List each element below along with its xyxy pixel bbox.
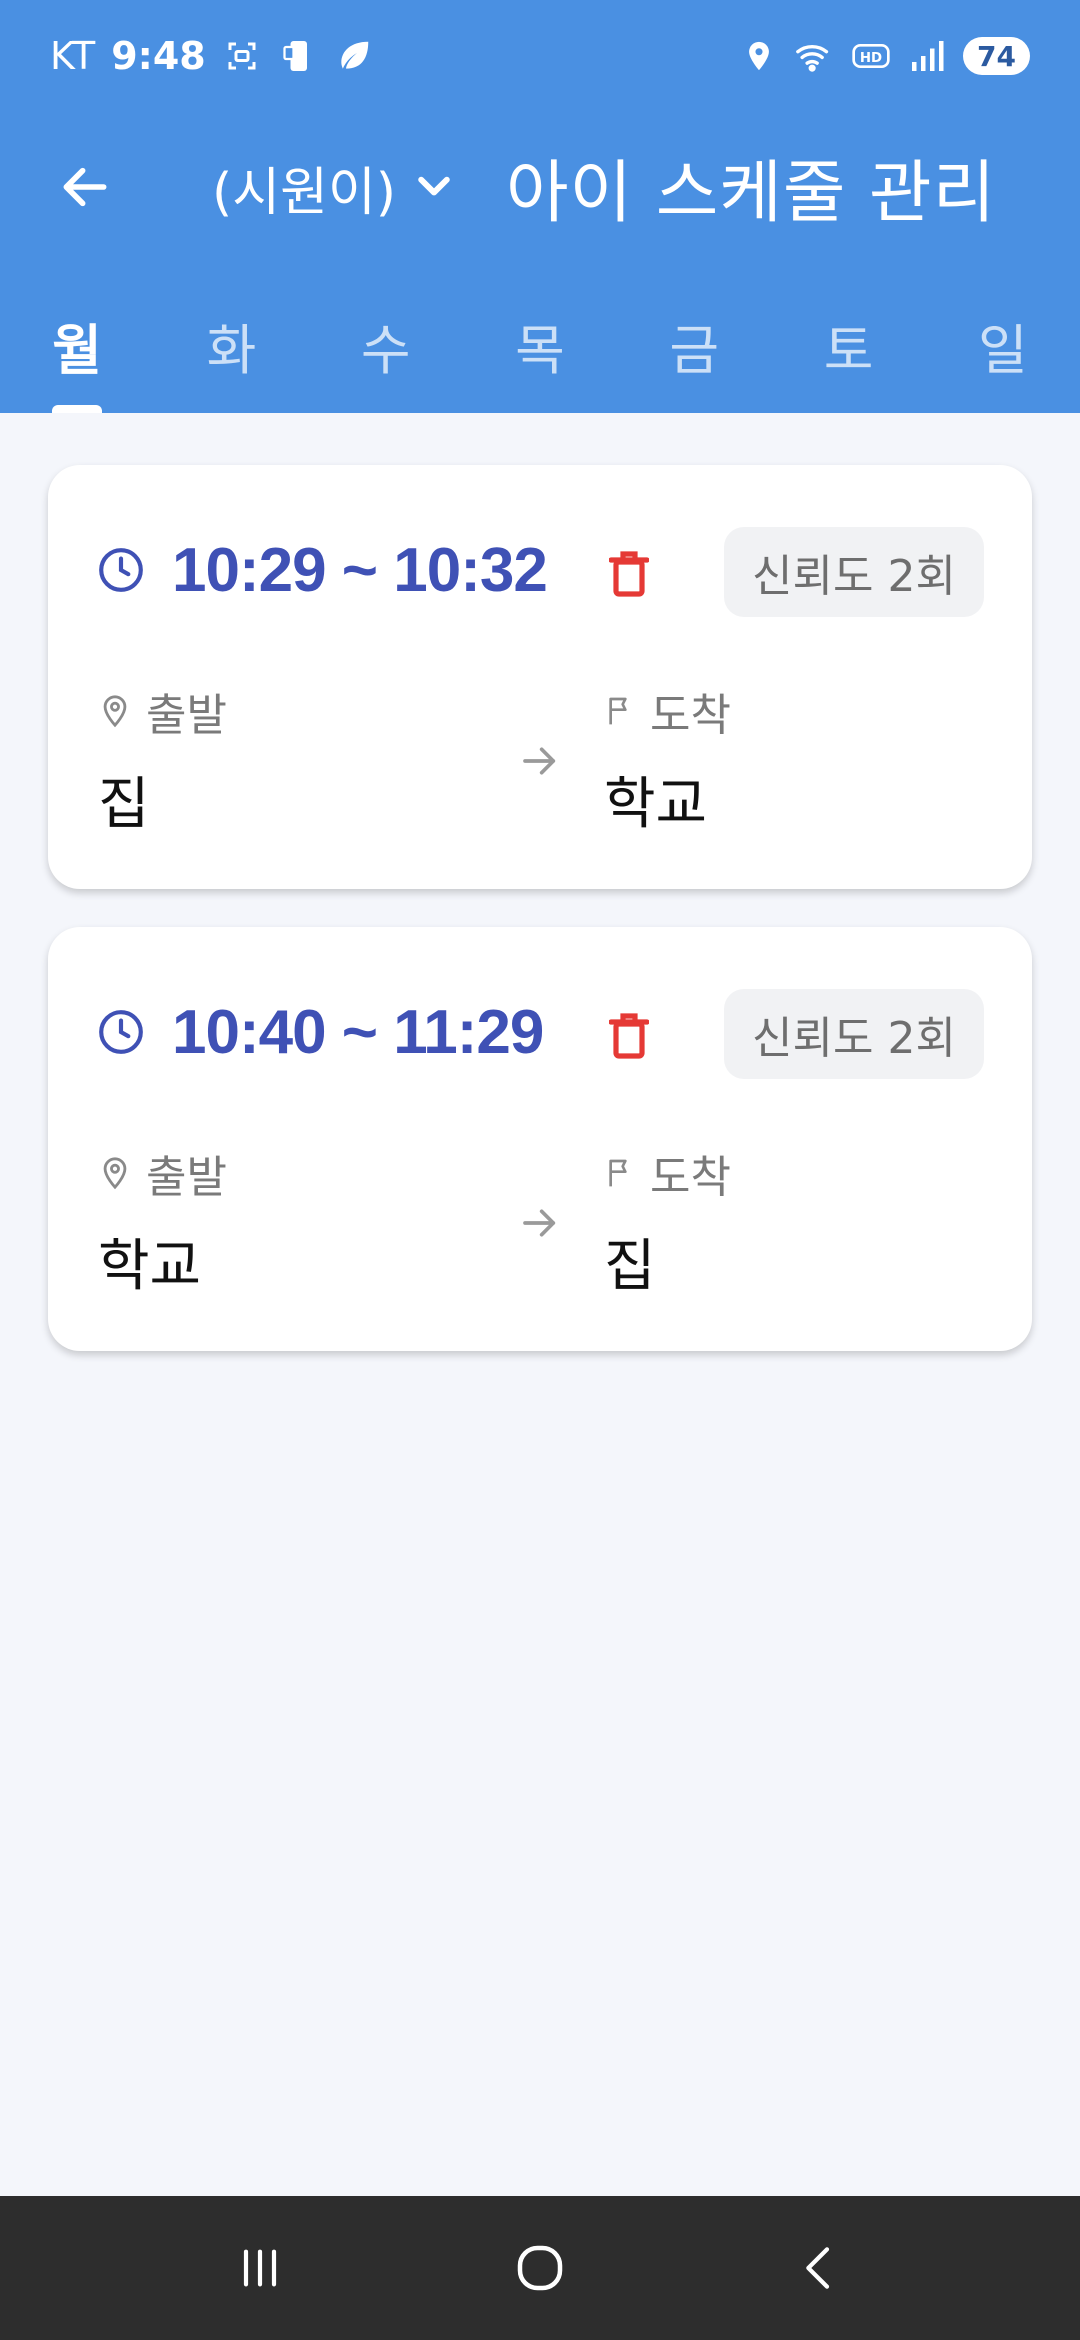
recent-apps-icon (243, 2249, 277, 2287)
departure-label: 출발 (98, 683, 227, 741)
child-name: (시원이) (212, 162, 397, 223)
departure-label-text: 출발 (146, 690, 227, 741)
flag-icon (609, 1159, 627, 1187)
tab-label: 월 (52, 319, 102, 382)
arrival-value: 학교 (604, 772, 708, 837)
status-bar: KT 9:48 HD 74 (0, 0, 1080, 112)
tab-monday[interactable]: 월 (0, 290, 154, 413)
tab-label: 목 (515, 319, 565, 382)
leaf-icon (334, 36, 374, 76)
tab-wednesday[interactable]: 수 (309, 290, 463, 413)
svg-text:HD: HD (860, 51, 882, 66)
schedule-time: 10:40 ~ 11:29 (172, 997, 544, 1067)
departure-label-text: 출발 (146, 1152, 227, 1203)
back-button[interactable] (50, 152, 120, 222)
arrival-label-text: 도착 (650, 690, 731, 741)
arrival-value: 집 (604, 1234, 656, 1299)
recent-apps-button[interactable] (215, 2223, 305, 2313)
trash-icon (609, 1013, 649, 1059)
arrow-right-icon (523, 747, 556, 775)
tab-tuesday[interactable]: 화 (154, 290, 308, 413)
arrow-right-icon (523, 1209, 556, 1237)
tab-saturday[interactable]: 토 (771, 290, 925, 413)
day-tabs: 월 화 수 목 금 토 일 (0, 290, 1080, 413)
phone-icon (278, 36, 318, 76)
wifi-icon (795, 36, 835, 76)
tab-label: 수 (360, 319, 411, 382)
page-title: 아이 스케줄 관리 (506, 153, 997, 233)
arrival-label-text: 도착 (650, 1152, 731, 1203)
schedule-card[interactable]: 10:29 ~ 10:32 신뢰도 2회 출발 집 도착 학교 (48, 465, 1032, 889)
clock-icon (99, 548, 143, 592)
schedule-list: 10:29 ~ 10:32 신뢰도 2회 출발 집 도착 학교 10:40 ~ … (48, 465, 1032, 1389)
hd-icon: HD (851, 36, 891, 76)
schedule-card[interactable]: 10:40 ~ 11:29 신뢰도 2회 출발 학교 도착 집 (48, 927, 1032, 1351)
tab-label: 일 (977, 319, 1028, 382)
battery-indicator: 74 (963, 37, 1030, 75)
back-nav-button[interactable] (775, 2223, 865, 2313)
tab-friday[interactable]: 금 (617, 290, 771, 413)
departure-label: 출발 (98, 1145, 227, 1203)
clock-icon (99, 1010, 143, 1054)
carrier: KT (50, 34, 96, 78)
tab-indicator (52, 405, 102, 413)
delete-button[interactable] (604, 1009, 654, 1063)
trash-icon (609, 551, 649, 597)
header: KT 9:48 HD 74 (시원이) 아이 스케줄 관리 월 화 수 목 금 … (0, 0, 1080, 413)
clock: 9:48 (111, 34, 206, 78)
tab-thursday[interactable]: 목 (463, 290, 617, 413)
tab-sunday[interactable]: 일 (926, 290, 1080, 413)
reliability-badge: 신뢰도 2회 (724, 989, 984, 1079)
location-pin-icon (103, 695, 127, 728)
child-selector[interactable]: (시원이) (212, 142, 456, 232)
home-icon (517, 2245, 563, 2291)
signal-icon (907, 36, 947, 76)
delete-button[interactable] (604, 547, 654, 601)
location-icon (739, 36, 779, 76)
chevron-left-icon (806, 2247, 830, 2289)
tab-label: 토 (823, 319, 874, 382)
departure-value: 집 (98, 772, 150, 837)
screenshot-icon (222, 36, 262, 76)
schedule-time: 10:29 ~ 10:32 (172, 535, 548, 605)
chevron-down-icon (418, 176, 450, 196)
arrival-label: 도착 (604, 1145, 731, 1203)
tab-label: 금 (669, 319, 720, 382)
departure-value: 학교 (98, 1234, 202, 1299)
system-nav-bar (0, 2196, 1080, 2340)
home-button[interactable] (495, 2223, 585, 2313)
arrival-label: 도착 (604, 683, 731, 741)
arrow-left-icon (63, 167, 107, 207)
app-bar: (시원이) 아이 스케줄 관리 (0, 112, 1080, 262)
reliability-badge: 신뢰도 2회 (724, 527, 984, 617)
flag-icon (609, 697, 627, 725)
tab-label: 화 (206, 319, 257, 382)
location-pin-icon (103, 1157, 127, 1190)
